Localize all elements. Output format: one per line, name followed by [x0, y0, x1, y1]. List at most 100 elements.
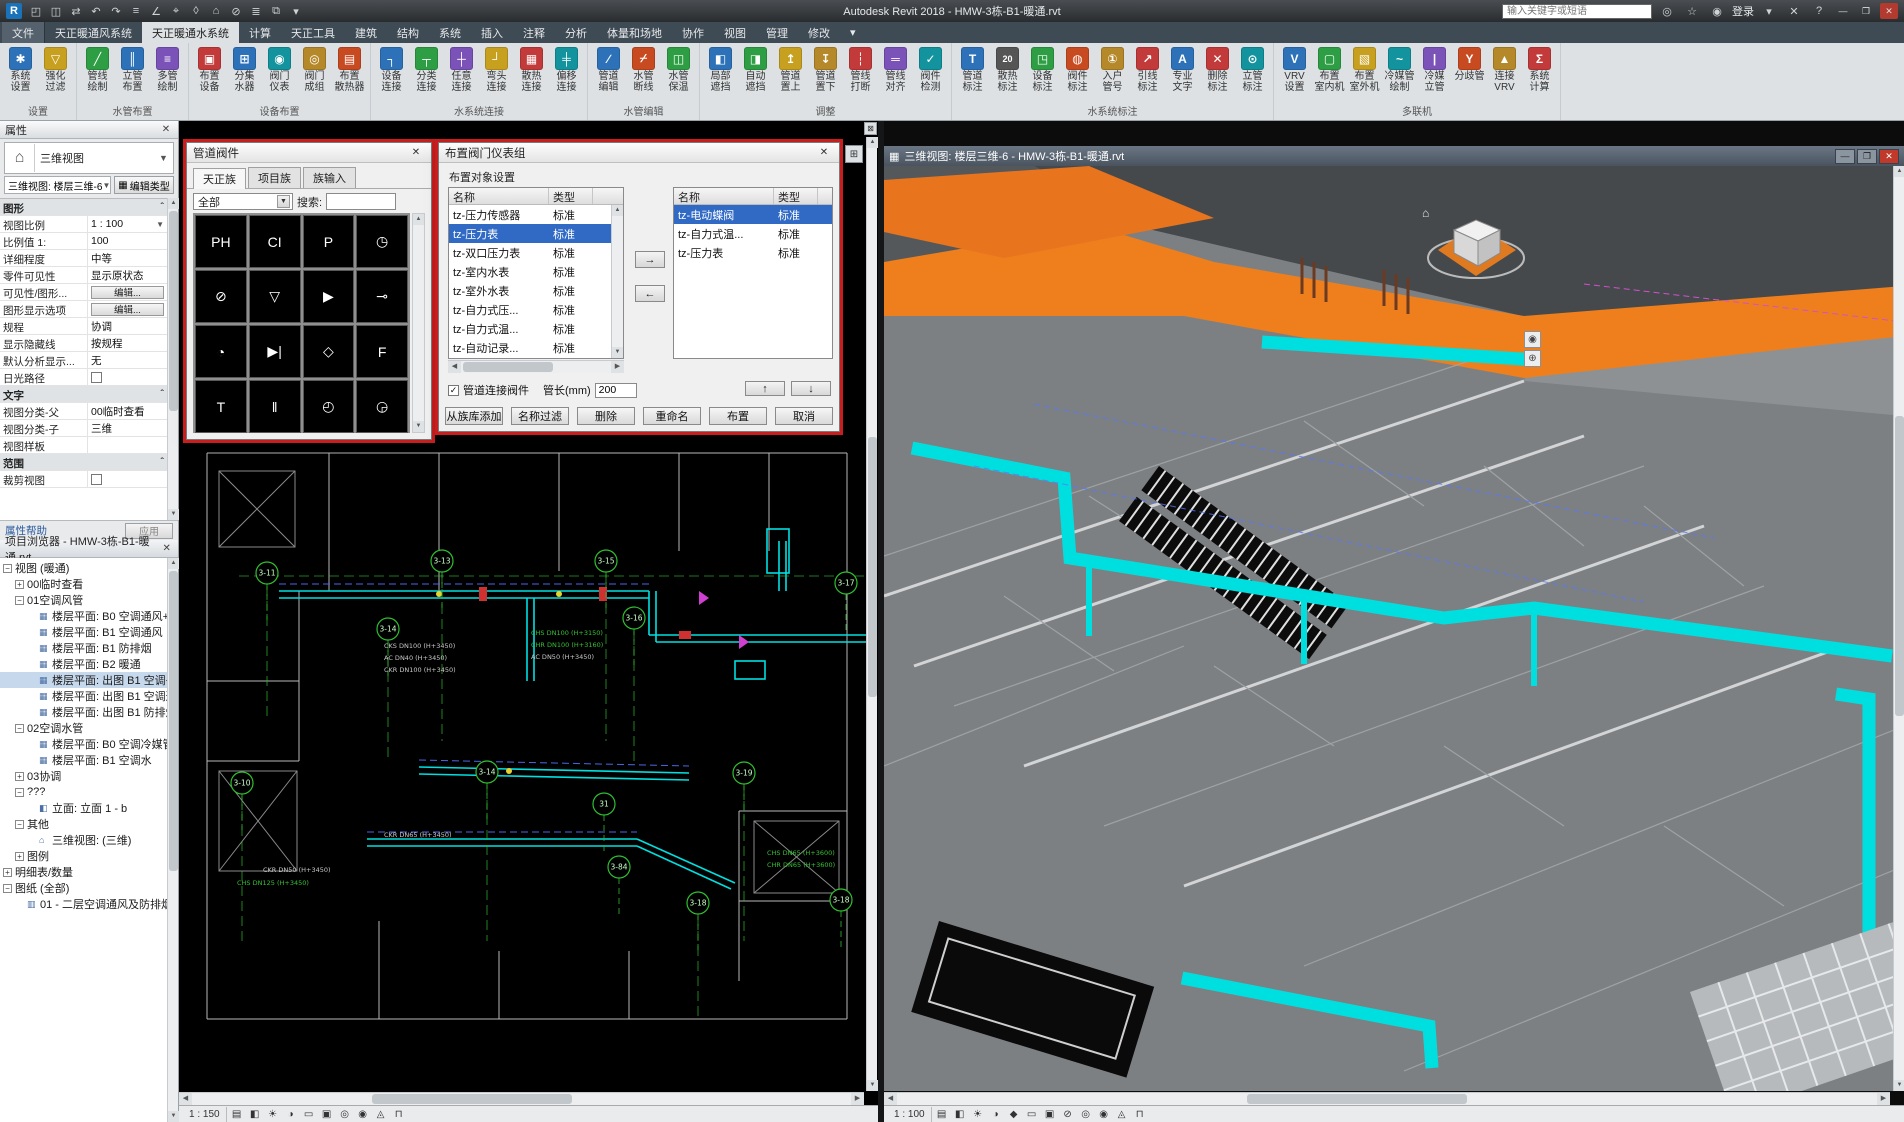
- subscription-icon[interactable]: ☆: [1682, 2, 1702, 20]
- tree-item[interactable]: +图例: [0, 848, 167, 864]
- sign-in-label[interactable]: 登录: [1732, 3, 1754, 19]
- redo-icon[interactable]: ↷: [106, 2, 126, 20]
- window-restore-button[interactable]: ❐: [1857, 149, 1877, 164]
- type-selector[interactable]: ⌂ 三维视图 ▼: [4, 142, 174, 174]
- expand-icon[interactable]: +: [15, 772, 24, 781]
- scroll-right-icon[interactable]: ▶: [851, 1093, 864, 1105]
- dialog-button-布置[interactable]: 布置: [709, 407, 767, 425]
- tree-item[interactable]: ▦楼层平面: B1 空调水: [0, 752, 167, 768]
- dialog-tab-族输入[interactable]: 族输入: [303, 167, 356, 188]
- collapse-icon[interactable]: −: [15, 596, 24, 605]
- list-item[interactable]: tz-自力式温...标准: [674, 224, 832, 243]
- scroll-down-icon[interactable]: ▼: [168, 1111, 179, 1122]
- ribbon-button-专业文字[interactable]: A专业文字: [1165, 45, 1200, 93]
- ribbon-panel-label[interactable]: 多联机: [1274, 105, 1560, 120]
- ribbon-tab-建筑[interactable]: 建筑: [345, 22, 387, 43]
- move-up-button[interactable]: ↑: [745, 381, 785, 396]
- ribbon-tab-天正工具[interactable]: 天正工具: [281, 22, 345, 43]
- list-scrollbar[interactable]: ▲ ▼: [611, 205, 623, 358]
- dialog-button-重命名[interactable]: 重命名: [643, 407, 701, 425]
- instance-combo[interactable]: 三维视图: 楼层三维-6 ▼: [4, 176, 111, 194]
- project-browser-header[interactable]: 项目浏览器 - HMW-3栋-B1-暖通.rvt ✕: [0, 540, 178, 558]
- plan-horizontal-scrollbar[interactable]: ◀ ▶: [179, 1092, 864, 1105]
- detail-level-icon[interactable]: ▤: [229, 1107, 245, 1121]
- valve-symbol-stop-valve[interactable]: ▶|: [249, 325, 301, 378]
- list-horizontal-scrollbar[interactable]: ◀ ▶: [448, 360, 624, 373]
- close-icon[interactable]: ✕: [159, 124, 173, 135]
- 3d-vertical-scrollbar[interactable]: ▲ ▼: [1893, 166, 1904, 1091]
- dialog-button-从族库添加[interactable]: 从族库添加: [445, 407, 503, 425]
- visual-style-icon[interactable]: ◧: [247, 1107, 263, 1121]
- collapse-icon[interactable]: −: [3, 884, 12, 893]
- ribbon-tab-视图[interactable]: 视图: [714, 22, 756, 43]
- property-value[interactable]: [88, 471, 167, 487]
- analytical-model-icon[interactable]: ◬: [373, 1107, 389, 1121]
- expand-icon[interactable]: +: [15, 852, 24, 861]
- list-item[interactable]: tz-压力传感器标准: [449, 205, 623, 224]
- tag-icon[interactable]: ◊: [186, 2, 206, 20]
- view-scale-button[interactable]: 1 : 100: [888, 1107, 932, 1122]
- lock-orientation-icon[interactable]: ⊘: [1060, 1107, 1076, 1121]
- ribbon-button-引线标注[interactable]: ↗引线标注: [1130, 45, 1165, 93]
- column-header[interactable]: 类型: [774, 188, 818, 204]
- ribbon-button-设备标注[interactable]: ◳设备标注: [1025, 45, 1060, 93]
- close-button[interactable]: ✕: [1880, 3, 1898, 19]
- collapse-icon[interactable]: −: [3, 564, 12, 573]
- ribbon-panel-label[interactable]: 设置: [0, 105, 76, 120]
- scroll-up-icon[interactable]: ▲: [168, 558, 179, 569]
- ribbon-button-系统设置[interactable]: ✱系统设置: [3, 45, 38, 93]
- dialog-tab-项目族[interactable]: 项目族: [248, 167, 301, 188]
- crop-view-icon[interactable]: ▭: [301, 1107, 317, 1121]
- window-close-button[interactable]: ✕: [1879, 149, 1899, 164]
- ribbon-button-分集水器[interactable]: ⊞分集水器: [227, 45, 262, 93]
- scroll-down-icon[interactable]: ▼: [168, 509, 179, 520]
- ribbon-button-散热连接[interactable]: ▦散热连接: [514, 45, 549, 93]
- analytical-model-icon[interactable]: ◬: [1114, 1107, 1130, 1121]
- ribbon-button-冷媒管绘制[interactable]: ~冷媒管绘制: [1382, 45, 1417, 93]
- dialog-tab-天正族[interactable]: 天正族: [193, 168, 246, 189]
- move-down-button[interactable]: ↓: [791, 381, 831, 396]
- sync-icon[interactable]: ⇄: [66, 2, 86, 20]
- property-value[interactable]: 按规程: [88, 335, 167, 351]
- ribbon-tab-协作[interactable]: 协作: [672, 22, 714, 43]
- tree-item[interactable]: −视图 (暖通): [0, 560, 167, 576]
- ribbon-panel-label[interactable]: 设备布置: [189, 105, 370, 120]
- tree-item[interactable]: ⌂三维视图: (三维): [0, 832, 167, 848]
- tree-item[interactable]: ▦楼层平面: 出图 B1 防排烟: [0, 704, 167, 720]
- constraints-icon[interactable]: ⊓: [1132, 1107, 1148, 1121]
- ribbon-button-管道标注[interactable]: T管道标注: [955, 45, 990, 93]
- ribbon-button-连接VRV[interactable]: ▲连接VRV: [1487, 45, 1522, 93]
- list-item[interactable]: tz-室内水表标准: [449, 262, 623, 281]
- chevron-down-icon[interactable]: ▼: [159, 153, 173, 163]
- list-item[interactable]: tz-电动蝶阀标准: [674, 205, 832, 224]
- window-splitter[interactable]: [878, 121, 884, 1122]
- shadows-icon[interactable]: ◑: [283, 1107, 299, 1121]
- tree-item[interactable]: +00临时查看: [0, 576, 167, 592]
- ribbon-button-设备连接[interactable]: ┐设备连接: [374, 45, 409, 93]
- scroll-down-icon[interactable]: ▼: [867, 1080, 878, 1091]
- search-input[interactable]: [326, 193, 396, 210]
- scroll-right-icon[interactable]: ▶: [611, 361, 624, 373]
- ribbon-button-管线对齐[interactable]: ═管线对齐: [878, 45, 913, 93]
- default-3d-view-icon[interactable]: ⌂: [206, 2, 226, 20]
- scroll-down-icon[interactable]: ▼: [413, 421, 424, 432]
- 3d-view-title-bar[interactable]: ▦ 三维视图: 楼层三维-6 - HMW-3栋-B1-暖通.rvt —❐✕: [884, 146, 1904, 166]
- thin-lines-icon[interactable]: ≣: [246, 2, 266, 20]
- checkbox[interactable]: [91, 474, 102, 485]
- property-section-文字[interactable]: 文字ˆ: [0, 386, 167, 403]
- shadows-icon[interactable]: ◑: [988, 1107, 1004, 1121]
- open-icon[interactable]: ◰: [26, 2, 46, 20]
- detail-level-icon[interactable]: ▤: [934, 1107, 950, 1121]
- scroll-right-icon[interactable]: ▶: [1877, 1093, 1890, 1105]
- valve-symbol-reducer-valve[interactable]: ▶: [303, 270, 355, 323]
- checkbox[interactable]: [91, 372, 102, 383]
- collapse-icon[interactable]: −: [15, 820, 24, 829]
- column-header[interactable]: 名称: [449, 188, 549, 204]
- valve-symbol-pressure-gauge[interactable]: P: [303, 215, 355, 268]
- pipe-length-input[interactable]: [595, 383, 637, 398]
- plan-vertical-scrollbar[interactable]: ▲ ▼: [866, 137, 877, 1091]
- ribbon-panel-label[interactable]: 调整: [700, 105, 951, 120]
- 3d-view-window[interactable]: ▦ 三维视图: 楼层三维-6 - HMW-3栋-B1-暖通.rvt —❐✕: [884, 121, 1904, 1122]
- ribbon-button-阀门成组[interactable]: ◎阀门成组: [297, 45, 332, 93]
- docked-panel-icon[interactable]: ⊞: [845, 145, 863, 163]
